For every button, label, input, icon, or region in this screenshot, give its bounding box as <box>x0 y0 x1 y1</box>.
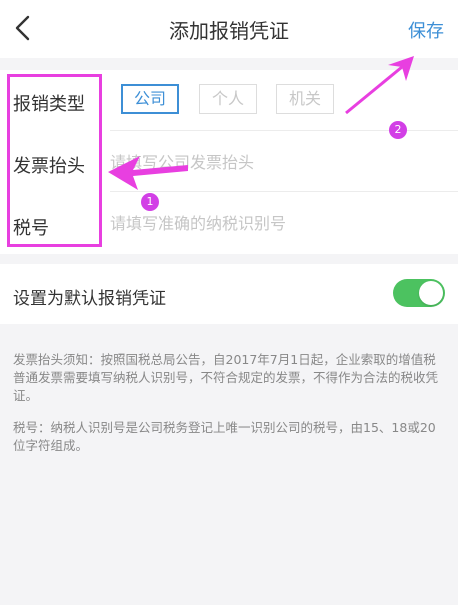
tax-id-input[interactable] <box>110 208 440 238</box>
invoice-title-input[interactable] <box>110 147 440 177</box>
toggle-knob <box>419 281 443 305</box>
invoice-title-note: 发票抬头须知：按照国税总局公告，自2017年7月1日起，企业索取的增值税普通发票… <box>13 352 439 403</box>
annotation-badge-2: 2 <box>389 121 407 139</box>
invoice-title-row: 发票抬头 <box>0 131 458 192</box>
tax-id-label: 税号 <box>13 218 49 239</box>
default-voucher-row: 设置为默认报销凭证 <box>0 264 458 324</box>
notes-section: 发票抬头须知：按照国税总局公告，自2017年7月1日起，企业索取的增值税普通发票… <box>0 324 458 605</box>
reimbursement-type-row: 报销类型 公司 个人 机关 <box>0 70 458 131</box>
type-option-company[interactable]: 公司 <box>121 84 179 114</box>
default-voucher-label: 设置为默认报销凭证 <box>13 289 166 309</box>
type-option-personal[interactable]: 个人 <box>199 84 257 114</box>
section-gap <box>0 58 458 70</box>
type-option-agency[interactable]: 机关 <box>276 84 334 114</box>
voucher-form: 报销类型 公司 个人 机关 发票抬头 税号 <box>0 70 458 254</box>
annotation-badge-1: 1 <box>141 193 159 211</box>
page-title: 添加报销凭证 <box>169 19 289 43</box>
save-button[interactable]: 保存 <box>408 17 444 43</box>
invoice-title-label: 发票抬头 <box>13 156 85 177</box>
tax-id-note: 税号：纳税人识别号是公司税务登记上唯一识别公司的税号，由15、18或20位字符组… <box>13 420 436 453</box>
tax-id-row: 税号 <box>0 192 458 253</box>
reimbursement-type-label: 报销类型 <box>13 94 85 115</box>
chevron-left-icon <box>15 15 30 41</box>
section-gap <box>0 254 458 264</box>
default-voucher-toggle[interactable] <box>393 279 445 307</box>
nav-bar: 添加报销凭证 保存 <box>0 0 458 58</box>
back-button[interactable] <box>12 14 36 42</box>
